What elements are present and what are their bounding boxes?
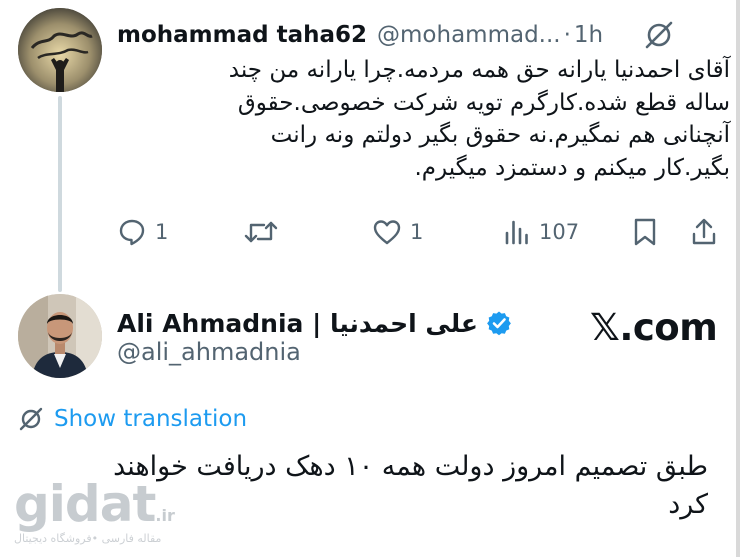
show-translation-link[interactable]: Show translation (18, 403, 247, 435)
reply-text-line: آقای احمدنیا یارانه حق همه مردمه.چرا یار… (228, 57, 730, 83)
thread-line (58, 96, 62, 292)
reply-count: 1 (155, 220, 169, 244)
reply-header: mohammad taha62 @mohammad... · 1h (117, 16, 603, 54)
retweet-icon (244, 221, 278, 243)
watermark-logo: gidat (14, 475, 156, 533)
reply-button[interactable]: 1 (117, 212, 168, 252)
quoted-avatar[interactable] (18, 294, 102, 378)
reply-handle[interactable]: @mohammad... (377, 22, 561, 48)
bookmark-button[interactable] (632, 212, 658, 252)
time-separator: · (563, 22, 571, 48)
watermark: gidat.ir مقاله فارسی •فروشگاه دیجیتال (14, 475, 175, 548)
share-button[interactable] (690, 212, 718, 252)
analytics-icon (505, 220, 528, 245)
like-count: 1 (410, 220, 424, 244)
x-com-logo: 𝕏 .com (590, 304, 718, 350)
reply-text-line: ساله قطع شده.کارگرم تویه شرکت خصوصی.حقوق (237, 89, 730, 116)
bookmark-icon (634, 218, 656, 246)
like-button[interactable]: 1 (372, 212, 423, 252)
show-translation-label: Show translation (54, 406, 248, 432)
retweet-button[interactable] (244, 212, 286, 252)
quoted-name-row: Ali Ahmadnia | علی احمدنیا (117, 303, 512, 343)
watermark-tld: .ir (155, 506, 175, 525)
reply-avatar[interactable] (18, 8, 102, 92)
translate-icon (19, 407, 43, 431)
mute-icon[interactable] (642, 18, 676, 52)
x-logo-icon: 𝕏 (590, 305, 620, 349)
quoted-handle[interactable]: @ali_ahmadnia (117, 338, 301, 366)
views-button[interactable]: 107 (503, 212, 579, 252)
comment-icon (119, 219, 145, 246)
reply-text: آقای احمدنیا یارانه حق همه مردمه.چرا یار… (110, 54, 730, 184)
share-icon (692, 218, 716, 245)
watermark-subtitle: مقاله فارسی •فروشگاه دیجیتال (14, 532, 162, 545)
reply-time[interactable]: 1h (574, 22, 603, 48)
view-count: 107 (539, 220, 580, 244)
heart-icon (373, 220, 401, 245)
reply-text-line: آنچنانی هم نمگیرم.نه حقوق بگیر دولتم ونه… (270, 122, 730, 148)
right-border (736, 0, 740, 557)
verified-badge-icon (487, 311, 511, 336)
reply-display-name[interactable]: mohammad taha62 (117, 22, 367, 48)
quoted-display-name[interactable]: Ali Ahmadnia | علی احمدنیا (117, 309, 478, 338)
reply-text-line: بگیر.کار میکنم و دستمزد میگیرم. (414, 154, 731, 181)
x-com-suffix: .com (619, 305, 718, 349)
